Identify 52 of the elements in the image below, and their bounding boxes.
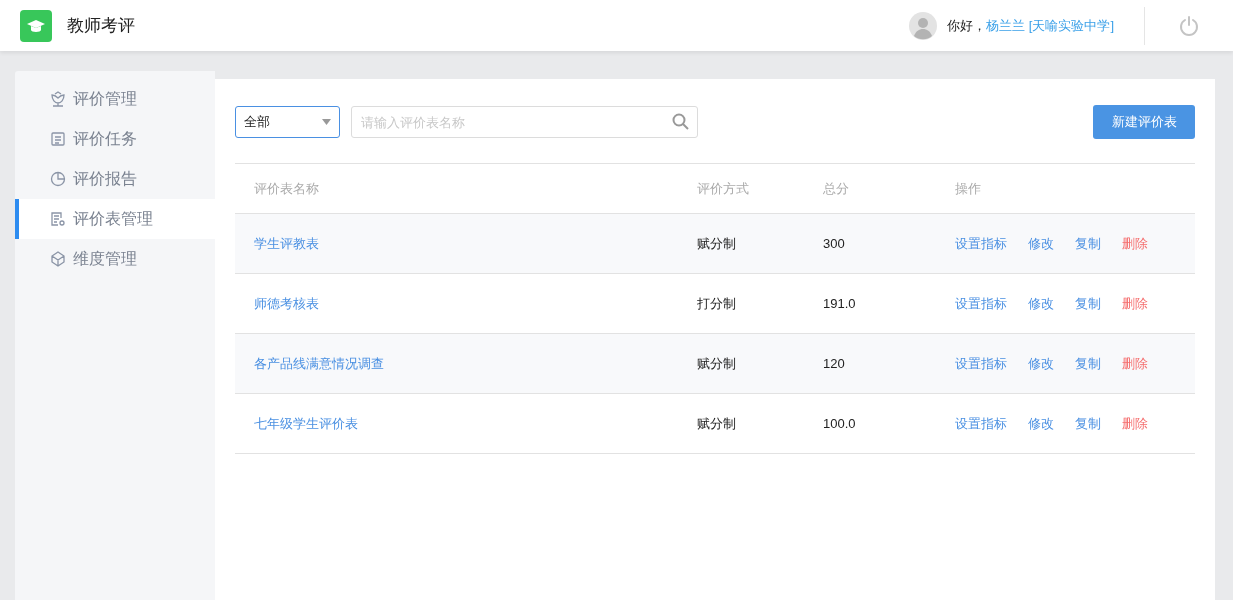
greeting-text: 你好， [947,16,987,35]
action-link[interactable]: 复制 [1075,293,1101,314]
graduation-cap-logo-icon [20,9,52,42]
list-icon [49,130,67,148]
avatar-icon [909,11,938,40]
power-icon [1178,14,1200,37]
method-cell: 赋分制 [697,235,736,251]
sidebar-item[interactable]: 维度管理 [15,239,215,279]
column-header: 评价方式 [697,180,749,196]
dropdown-caret-icon [322,119,331,125]
action-link[interactable]: 修改 [1028,293,1054,314]
form-name-link[interactable]: 学生评教表 [254,235,319,251]
total-score-cell: 191.0 [823,295,856,311]
user-link[interactable]: 杨兰兰 [天喻实验中学] [986,15,1114,36]
action-link[interactable]: 设置指标 [955,293,1007,314]
action-link[interactable]: 设置指标 [955,233,1007,254]
action-link[interactable]: 复制 [1075,413,1101,434]
sidebar-item[interactable]: 评价报告 [15,159,215,199]
sidebar-item[interactable]: 评价表管理 [15,199,215,239]
flower-icon [49,90,67,108]
column-header: 操作 [955,180,981,196]
form-gear-icon [49,210,67,228]
cube-icon [49,250,67,268]
total-score-cell: 120 [823,355,845,371]
action-link[interactable]: 修改 [1028,233,1054,254]
form-name-link[interactable]: 七年级学生评价表 [254,415,358,431]
form-name-link[interactable]: 师德考核表 [254,295,319,311]
delete-link[interactable]: 删除 [1122,413,1148,434]
column-header: 评价表名称 [254,180,319,196]
search-icon [672,113,689,130]
new-form-button[interactable]: 新建评价表 [1093,105,1195,139]
filter-dropdown[interactable]: 全部 [235,106,340,138]
column-header: 总分 [823,180,849,196]
app-title: 教师考评 [67,14,135,37]
form-name-link[interactable]: 各产品线满意情况调查 [254,355,384,371]
delete-link[interactable]: 删除 [1122,233,1148,254]
method-cell: 赋分制 [697,355,736,371]
total-score-cell: 300 [823,235,845,251]
method-cell: 打分制 [697,295,736,311]
delete-link[interactable]: 删除 [1122,293,1148,314]
sidebar-item[interactable]: 评价任务 [15,119,215,159]
action-link[interactable]: 复制 [1075,233,1101,254]
action-link[interactable]: 设置指标 [955,353,1007,374]
action-link[interactable]: 复制 [1075,353,1101,374]
total-score-cell: 100.0 [823,415,856,431]
delete-link[interactable]: 删除 [1122,353,1148,374]
action-link[interactable]: 修改 [1028,413,1054,434]
action-link[interactable]: 修改 [1028,353,1054,374]
method-cell: 赋分制 [697,415,736,431]
sidebar-item[interactable]: 评价管理 [15,79,215,119]
action-link[interactable]: 设置指标 [955,413,1007,434]
pie-chart-icon [49,170,67,188]
